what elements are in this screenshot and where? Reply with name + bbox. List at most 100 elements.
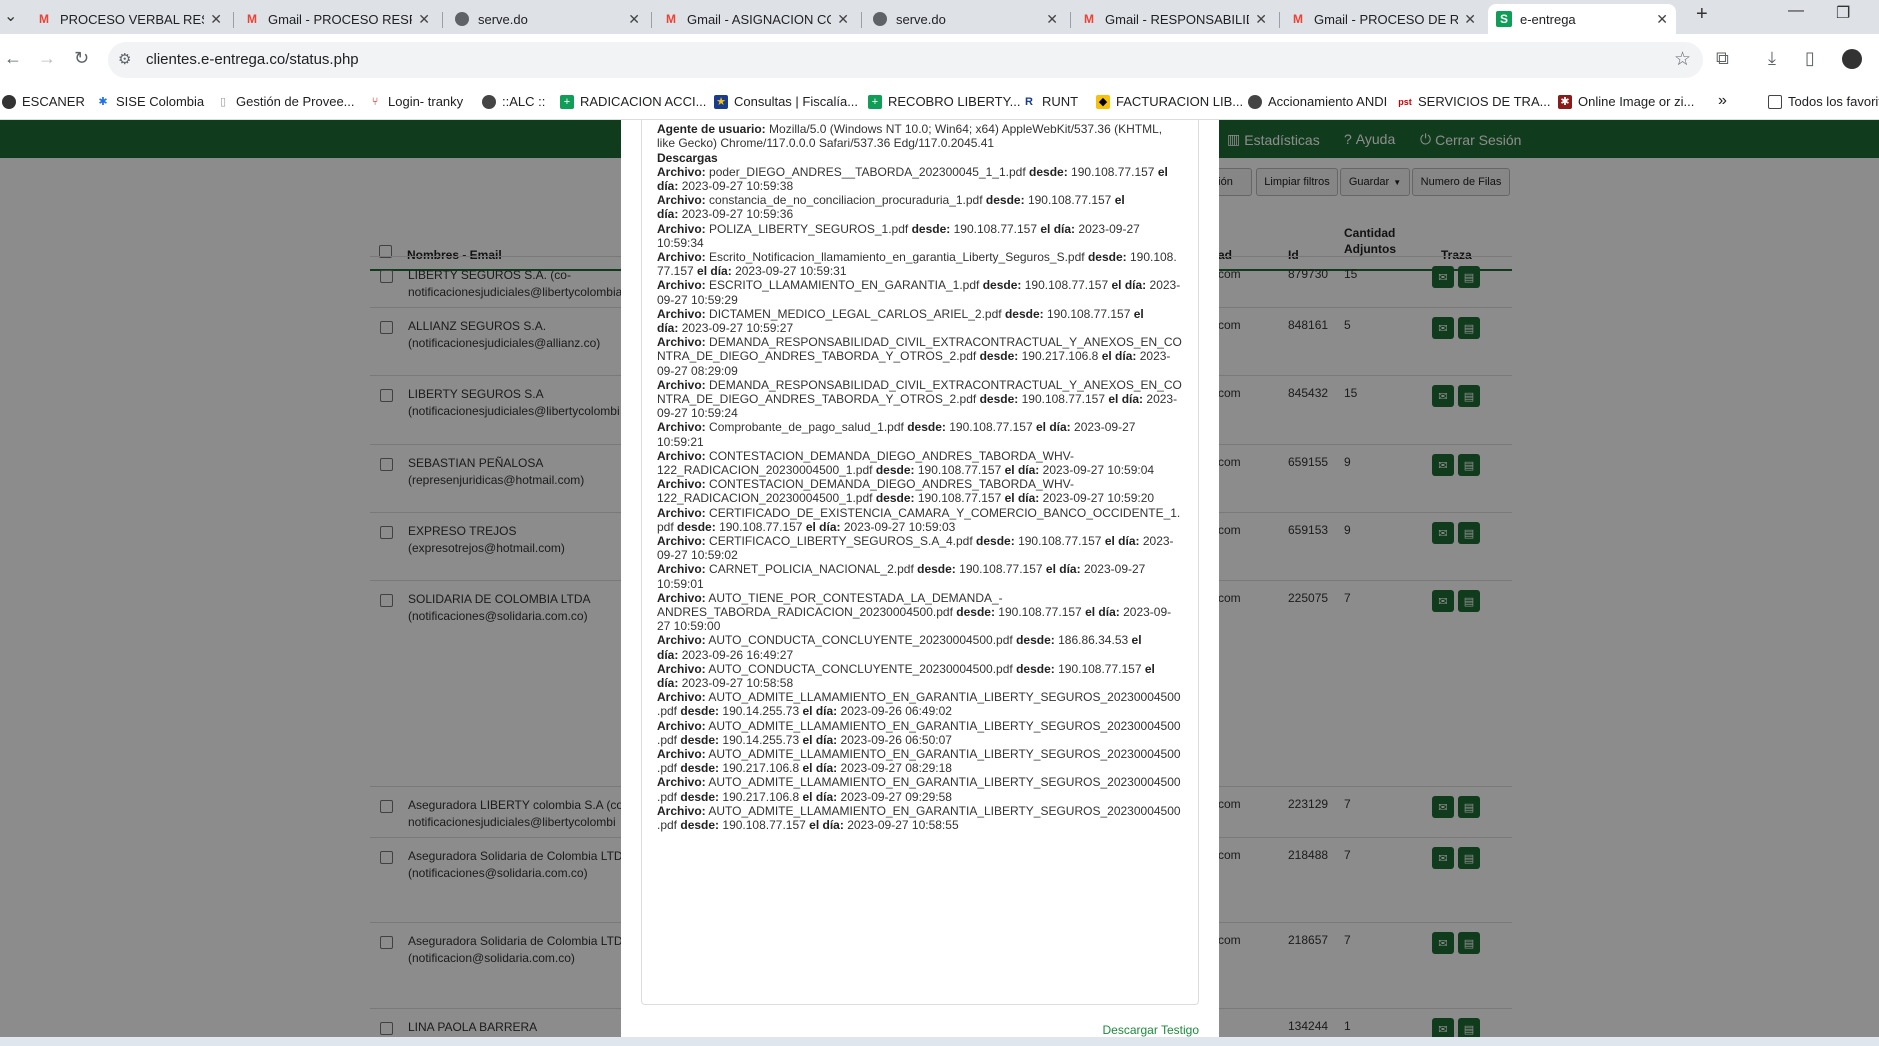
trace-value: pdf (657, 519, 674, 534)
side-panel-icon[interactable]: ▯ (1805, 48, 1815, 69)
trace-value: 190.108.77.157 (722, 818, 806, 832)
trace-value: 2023-09-27 10:59:03 (843, 519, 956, 534)
trace-label: desde: (956, 605, 995, 619)
bookmark-item[interactable]: + RECOBRO LIBERTY... (868, 94, 1020, 109)
trace-label: Agente de usuario: (657, 122, 766, 137)
trace-label: Archivo: (657, 477, 706, 492)
back-icon[interactable]: ← (4, 48, 22, 69)
tab-4[interactable]: M Gmail - ASIGNACION CO ✕ (655, 4, 857, 34)
trace-value: 2023-09-27 10:59:36 (681, 207, 794, 222)
tab-title: Gmail - PROCESO RESPO (268, 11, 413, 27)
extensions-icon[interactable]: ⧉ (1716, 48, 1729, 69)
profile-avatar[interactable] (1842, 49, 1862, 69)
bookmark-item[interactable]: ::ALC :: (482, 94, 545, 109)
trace-value: poder_DIEGO_ANDRES__TABORDA_202300045_1_… (709, 164, 1026, 179)
bookmark-item[interactable]: pst SERVICIOS DE TRA... (1398, 94, 1550, 109)
trace-label: el día: (1108, 392, 1144, 406)
trace-label: el día: (802, 789, 838, 804)
forward-icon[interactable]: → (38, 48, 56, 69)
download-witness-link[interactable]: Descargar Testigo (1103, 1023, 1200, 1037)
url-text[interactable]: clientes.e-entrega.co/status.php (146, 51, 359, 68)
trace-value: .pdf (657, 818, 678, 832)
new-tab-icon[interactable]: + (1696, 3, 1708, 26)
reload-icon[interactable]: ↻ (74, 48, 89, 69)
trace-value: 09-27 10:59:29 (657, 292, 738, 307)
trace-modal: Dirección IP: 190.14.255.73 Colombia - R… (621, 120, 1219, 1046)
trace-label: el (1157, 164, 1168, 179)
bookmark-label: Accionamiento ANDI (1268, 94, 1388, 109)
tab-2[interactable]: M Gmail - PROCESO RESPO ✕ (236, 4, 438, 34)
tab-title: serve.do (478, 11, 528, 27)
all-bookmarks-folder[interactable]: Todos los favoritos (1768, 94, 1879, 109)
trace-label: el día: (1104, 534, 1140, 548)
tab-separator (442, 12, 443, 28)
trace-label: día: (657, 179, 679, 193)
trace-value: 190.217.106.8 (722, 789, 800, 804)
close-tab-icon[interactable]: ✕ (1656, 11, 1668, 28)
trace-label: Archivo: (657, 718, 706, 733)
close-tab-icon[interactable]: ✕ (628, 11, 640, 28)
tab-6[interactable]: M Gmail - RESPONSABILIDA ✕ (1073, 4, 1275, 34)
trace-value: 2023-09-27 (1083, 562, 1146, 577)
tab-8-active[interactable]: S e-entrega ✕ (1488, 4, 1676, 34)
trace-value: 190.217.106.8 (722, 761, 800, 776)
bookmark-item[interactable]: Accionamiento ANDI (1248, 94, 1387, 109)
trace-value: CERTIFICADO_DE_EXISTENCIA_CAMARA_Y_COMER… (709, 505, 1181, 520)
trace-value: Mozilla/5.0 (Windows NT 10.0; Win64; x64… (769, 122, 1163, 137)
trace-value: ANDRES_TABORDA_RADICACION_20230004500.pd… (657, 605, 953, 619)
close-tab-icon[interactable]: ✕ (837, 11, 849, 28)
bookmark-item[interactable]: ★ Consultas | Fiscalía... (714, 94, 858, 109)
bookmark-icon (2, 94, 16, 109)
tab-3[interactable]: serve.do ✕ (446, 4, 648, 34)
tab-1[interactable]: M PROCESO VERBAL RESPO ✕ (28, 4, 230, 34)
trace-value: 2023-09- (1123, 605, 1172, 619)
close-tab-icon[interactable]: ✕ (1046, 11, 1058, 28)
bookmark-item[interactable]: ⑂ Login- tranky (368, 94, 463, 109)
bookmark-label: SISE Colombia (116, 94, 205, 109)
close-tab-icon[interactable]: ✕ (1255, 11, 1267, 28)
trace-label: desde: (680, 818, 720, 832)
trace-value: AUTO_CONDUCTA_CONCLUYENTE_20230004500.pd… (708, 633, 1013, 648)
bookmark-label: ESCANER (22, 94, 85, 109)
tab-5[interactable]: serve.do ✕ (864, 4, 1066, 34)
globe-icon (454, 11, 470, 27)
bookmark-label: Login- tranky (388, 94, 464, 109)
tab-search-icon[interactable]: ⌄ (4, 6, 17, 26)
bookmark-item[interactable]: ESCANER (2, 94, 85, 109)
trace-value: NTRA_DE_DIEGO_ANDRES_TABORDA_Y_OTROS_2.p… (657, 392, 977, 406)
close-tab-icon[interactable]: ✕ (1464, 11, 1476, 28)
downloads-icon[interactable]: ⤓ (1768, 48, 1776, 69)
bookmark-label: RUNT (1042, 94, 1079, 109)
bookmark-item[interactable]: ✱ SISE Colombia (96, 94, 204, 109)
trace-value: .pdf (657, 732, 678, 747)
trace-label: Archivo: (657, 448, 706, 463)
bookmark-item[interactable]: ▯ Gestión de Provee... (216, 94, 355, 109)
bookmark-star-icon[interactable]: ☆ (1674, 48, 1691, 71)
more-bookmarks-button[interactable]: » (1718, 92, 1727, 110)
bookmark-item[interactable]: R RUNT (1022, 94, 1078, 109)
bookmark-item[interactable]: + RADICACION ACCI... (560, 94, 706, 109)
site-info-icon[interactable]: ⚙ (118, 50, 131, 68)
address-bar[interactable]: ⚙ clientes.e-entrega.co/status.php ☆ (108, 42, 1703, 78)
trace-label: el día: (1040, 221, 1076, 236)
bookmark-item[interactable]: ◆ FACTURACION LIB... (1096, 94, 1243, 109)
close-tab-icon[interactable]: ✕ (418, 11, 430, 28)
trace-value: 2023-09-27 08:29:18 (840, 761, 952, 776)
close-tab-icon[interactable]: ✕ (210, 11, 222, 28)
bookmark-label: SERVICIOS DE TRA... (1418, 94, 1551, 109)
trace-label: Archivo: (657, 306, 706, 321)
trace-label: desde: (907, 420, 946, 435)
bookmark-icon (482, 94, 496, 109)
tab-7[interactable]: M Gmail - PROCESO DE RES ✕ (1282, 4, 1484, 34)
e-entrega-favicon: S (1496, 11, 1512, 27)
maximize-icon[interactable]: ❐ (1836, 3, 1850, 23)
trace-value: 2023- (1139, 349, 1171, 364)
trace-label: desde: (680, 789, 720, 804)
bookmark-item[interactable]: ✱ Online Image or zi... (1558, 94, 1694, 109)
trace-value: DEMANDA_RESPONSABILIDAD_CIVIL_EXTRACONTR… (709, 377, 1182, 392)
trace-label: desde: (680, 704, 720, 719)
trace-value: AUTO_ADMITE_LLAMAMIENTO_EN_GARANTIA_LIBE… (708, 747, 1181, 761)
trace-label: Archivo: (657, 775, 706, 790)
minimize-icon[interactable]: — (1788, 2, 1804, 20)
trace-label: el día: (802, 704, 838, 719)
